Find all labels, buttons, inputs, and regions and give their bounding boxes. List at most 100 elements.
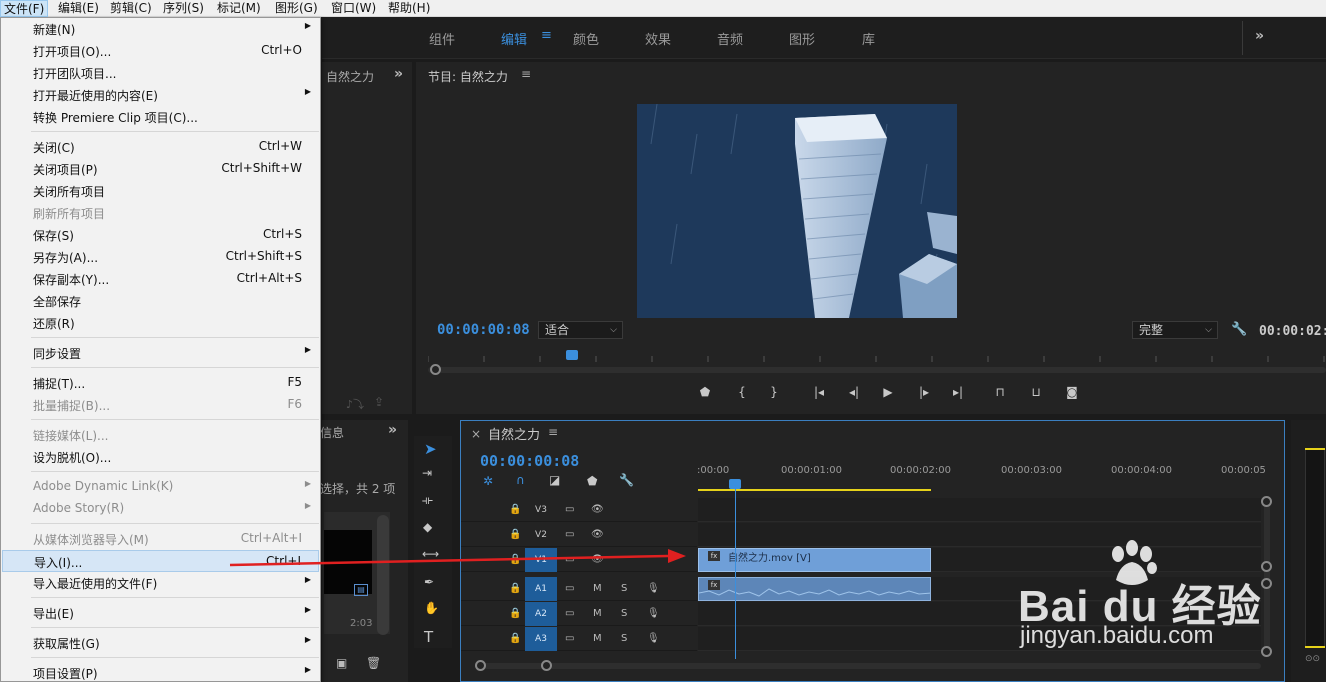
workspace-tab-color[interactable]: 颜色 <box>573 29 599 48</box>
sync-lock-icon[interactable]: ▭ <box>565 527 574 543</box>
sync-lock-icon[interactable]: ▭ <box>565 606 574 622</box>
menu-help[interactable]: 帮助(H) <box>385 0 433 17</box>
fit-dropdown[interactable]: 适合 ⌵ <box>538 321 623 339</box>
trash-icon[interactable]: 🗑 <box>366 656 381 670</box>
menu-item-save-copy[interactable]: 保存副本(Y)... Ctrl+Alt+S <box>2 268 319 290</box>
panel-tab-info[interactable]: 信息 <box>320 424 344 441</box>
track-target-v2[interactable]: V2 <box>525 523 557 547</box>
lift-icon[interactable]: ⊓ <box>991 385 1009 399</box>
workspace-tab-editing[interactable]: 编辑 <box>501 29 527 48</box>
program-menu-icon[interactable]: ≡ <box>521 67 531 81</box>
track-select-tool-icon[interactable]: ⇥ <box>422 466 432 480</box>
work-area-bar[interactable] <box>698 489 931 491</box>
go-to-in-icon[interactable]: |◂ <box>810 385 828 399</box>
sequence-menu-icon[interactable]: ≡ <box>548 425 558 439</box>
menu-item-capture[interactable]: 捕捉(T)... F5 <box>2 372 319 394</box>
pen-tool-icon[interactable]: ✒ <box>424 575 434 589</box>
menu-item-save-all[interactable]: 全部保存 <box>2 290 319 312</box>
program-timecode[interactable]: 00:00:00:08 <box>437 322 530 338</box>
menu-item-save[interactable]: 保存(S) Ctrl+S <box>2 224 319 246</box>
workspace-tab-assembly[interactable]: 组件 <box>429 29 455 48</box>
timeline-settings-icon[interactable]: 🔧 <box>619 473 634 487</box>
menu-edit[interactable]: 编辑(E) <box>55 0 102 17</box>
quality-dropdown[interactable]: 完整 ⌵ <box>1132 321 1218 339</box>
project-scrollbar[interactable] <box>377 515 389 635</box>
menu-item-make-offline[interactable]: 设为脱机(O)... <box>2 446 319 468</box>
export-frame-icon[interactable]: ⇪ <box>374 395 384 409</box>
lock-icon[interactable]: 🔒 <box>509 527 521 543</box>
menu-item-open-recent[interactable]: 打开最近使用的内容(E) ▶ <box>2 84 319 106</box>
step-forward-icon[interactable]: |▸ <box>915 385 933 399</box>
video-clip[interactable]: fx 自然之力.mov [V] <box>698 548 931 572</box>
program-playhead[interactable] <box>566 350 578 360</box>
linked-selection-icon[interactable]: ◪ <box>549 473 560 487</box>
menu-sequence[interactable]: 序列(S) <box>160 0 207 17</box>
mute-button[interactable]: M <box>593 581 602 597</box>
workspace-menu-icon[interactable]: ≡ <box>541 28 552 43</box>
solo-button[interactable]: S <box>621 631 627 647</box>
track-target-a2[interactable]: A2 <box>525 602 557 626</box>
hscroll-handle-right[interactable] <box>541 660 552 671</box>
solo-button[interactable]: S <box>621 581 627 597</box>
nest-icon[interactable]: ✲ <box>483 474 493 488</box>
timeline-timecode[interactable]: 00:00:00:08 <box>480 452 579 470</box>
menu-item-close-project[interactable]: 关闭项目(P) Ctrl+Shift+W <box>2 158 319 180</box>
extract-icon[interactable]: ⊔ <box>1027 385 1045 399</box>
lock-icon[interactable]: 🔒 <box>509 581 521 597</box>
microphone-icon[interactable]: 🎙 <box>647 631 660 647</box>
zoom-scrollbar[interactable] <box>428 367 1326 373</box>
step-back-icon[interactable]: ◂| <box>845 385 863 399</box>
menu-item-sync-settings[interactable]: 同步设置 ▶ <box>2 342 319 364</box>
eye-icon[interactable]: 👁 <box>591 527 604 543</box>
panel-overflow-icon[interactable]: » <box>394 66 403 82</box>
menu-item-open-project[interactable]: 打开项目(O)... Ctrl+O <box>2 40 319 62</box>
hscroll-handle-left[interactable] <box>475 660 486 671</box>
timeline-playhead[interactable] <box>729 479 741 489</box>
menu-file[interactable]: 文件(F) <box>0 0 49 17</box>
audio-clip[interactable]: fx <box>698 577 931 601</box>
workspace-tab-graphics[interactable]: 图形 <box>789 29 815 48</box>
scrollbar-handle-top[interactable] <box>1261 496 1272 507</box>
track-lane-v3[interactable] <box>698 498 1261 522</box>
zoom-scrollbar-handle[interactable] <box>430 364 441 375</box>
sync-lock-icon[interactable]: ▭ <box>565 502 574 518</box>
track-target-a1[interactable]: A1 <box>525 577 557 601</box>
selection-tool-icon[interactable]: ➤ <box>424 440 437 458</box>
lock-icon[interactable]: 🔒 <box>509 502 521 518</box>
workspace-tab-libraries[interactable]: 库 <box>862 29 875 48</box>
mute-button[interactable]: M <box>593 606 602 622</box>
menu-item-import-recent[interactable]: 导入最近使用的文件(F) ▶ <box>2 572 319 594</box>
menu-graphics[interactable]: 图形(G) <box>272 0 321 17</box>
wrench-icon[interactable]: 🔧 <box>1231 322 1247 337</box>
microphone-icon[interactable]: 🎙 <box>647 581 660 597</box>
menu-window[interactable]: 窗口(W) <box>328 0 379 17</box>
eye-icon[interactable]: 👁 <box>591 502 604 518</box>
menu-item-close[interactable]: 关闭(C) Ctrl+W <box>2 136 319 158</box>
lock-icon[interactable]: 🔒 <box>509 631 521 647</box>
menu-item-new[interactable]: 新建(N) ▶ <box>2 18 319 40</box>
microphone-icon[interactable]: 🎙 <box>647 606 660 622</box>
go-to-out-icon[interactable]: ▸| <box>949 385 967 399</box>
insert-icon[interactable]: ♪⤵ <box>346 396 364 412</box>
new-bin-icon[interactable]: ▣ <box>336 656 347 670</box>
sync-lock-icon[interactable]: ▭ <box>565 581 574 597</box>
type-tool-icon[interactable]: T <box>424 628 433 646</box>
add-marker-icon[interactable]: ⬟ <box>587 474 597 488</box>
mark-out-icon[interactable]: } <box>765 385 783 399</box>
close-icon[interactable]: × <box>471 427 481 441</box>
menu-item-open-team-project[interactable]: 打开团队项目... <box>2 62 319 84</box>
razor-tool-icon[interactable]: ◆ <box>423 520 432 534</box>
track-target-v3[interactable]: V3 <box>525 498 557 522</box>
play-icon[interactable]: ▶ <box>879 385 897 399</box>
program-time-ruler[interactable] <box>428 354 1326 362</box>
workspace-tab-effects[interactable]: 效果 <box>645 29 671 48</box>
sync-lock-icon[interactable]: ▭ <box>565 631 574 647</box>
menu-item-close-all[interactable]: 关闭所有项目 <box>2 180 319 202</box>
menu-item-get-properties[interactable]: 获取属性(G) ▶ <box>2 632 319 654</box>
mark-in-icon[interactable]: { <box>733 385 751 399</box>
menu-markers[interactable]: 标记(M) <box>214 0 264 17</box>
panel-tab-fragment[interactable]: 自然之力 <box>326 68 378 85</box>
ripple-edit-tool-icon[interactable]: ⟛ <box>422 493 433 508</box>
mute-button[interactable]: M <box>593 631 602 647</box>
workspace-tab-audio[interactable]: 音频 <box>717 29 743 48</box>
